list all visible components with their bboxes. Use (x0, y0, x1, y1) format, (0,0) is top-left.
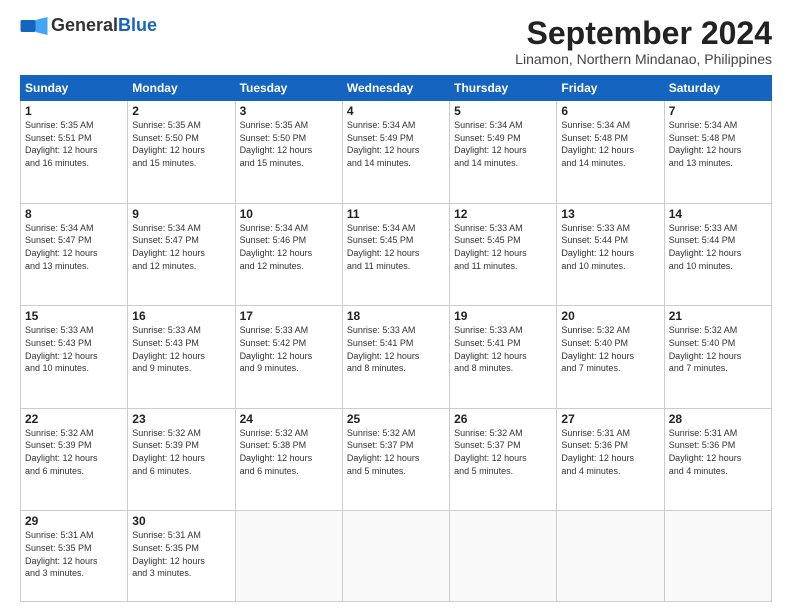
table-row: 8 Sunrise: 5:34 AMSunset: 5:47 PMDayligh… (21, 203, 772, 306)
list-item: 24 Sunrise: 5:32 AMSunset: 5:38 PMDaylig… (235, 408, 342, 511)
location-title: Linamon, Northern Mindanao, Philippines (515, 51, 772, 67)
calendar-table: Sunday Monday Tuesday Wednesday Thursday… (20, 75, 772, 602)
list-item: 9 Sunrise: 5:34 AMSunset: 5:47 PMDayligh… (128, 203, 235, 306)
empty-cell (557, 511, 664, 602)
list-item: 12 Sunrise: 5:33 AMSunset: 5:45 PMDaylig… (450, 203, 557, 306)
list-item: 26 Sunrise: 5:32 AMSunset: 5:37 PMDaylig… (450, 408, 557, 511)
col-thursday: Thursday (450, 76, 557, 101)
empty-cell (664, 511, 771, 602)
list-item: 14 Sunrise: 5:33 AMSunset: 5:44 PMDaylig… (664, 203, 771, 306)
list-item: 8 Sunrise: 5:34 AMSunset: 5:47 PMDayligh… (21, 203, 128, 306)
col-monday: Monday (128, 76, 235, 101)
list-item: 28 Sunrise: 5:31 AMSunset: 5:36 PMDaylig… (664, 408, 771, 511)
list-item: 16 Sunrise: 5:33 AMSunset: 5:43 PMDaylig… (128, 306, 235, 409)
list-item: 11 Sunrise: 5:34 AMSunset: 5:45 PMDaylig… (342, 203, 449, 306)
list-item: 13 Sunrise: 5:33 AMSunset: 5:44 PMDaylig… (557, 203, 664, 306)
list-item: 7 Sunrise: 5:34 AMSunset: 5:48 PMDayligh… (664, 101, 771, 204)
list-item: 21 Sunrise: 5:32 AMSunset: 5:40 PMDaylig… (664, 306, 771, 409)
list-item: 29 Sunrise: 5:31 AMSunset: 5:35 PMDaylig… (21, 511, 128, 602)
list-item: 6 Sunrise: 5:34 AMSunset: 5:48 PMDayligh… (557, 101, 664, 204)
list-item: 27 Sunrise: 5:31 AMSunset: 5:36 PMDaylig… (557, 408, 664, 511)
list-item: 15 Sunrise: 5:33 AMSunset: 5:43 PMDaylig… (21, 306, 128, 409)
list-item: 22 Sunrise: 5:32 AMSunset: 5:39 PMDaylig… (21, 408, 128, 511)
empty-cell (235, 511, 342, 602)
list-item: 10 Sunrise: 5:34 AMSunset: 5:46 PMDaylig… (235, 203, 342, 306)
table-row: 1 Sunrise: 5:35 AMSunset: 5:51 PMDayligh… (21, 101, 772, 204)
table-row: 22 Sunrise: 5:32 AMSunset: 5:39 PMDaylig… (21, 408, 772, 511)
list-item: 19 Sunrise: 5:33 AMSunset: 5:41 PMDaylig… (450, 306, 557, 409)
col-saturday: Saturday (664, 76, 771, 101)
list-item: 25 Sunrise: 5:32 AMSunset: 5:37 PMDaylig… (342, 408, 449, 511)
list-item: 5 Sunrise: 5:34 AMSunset: 5:49 PMDayligh… (450, 101, 557, 204)
calendar-header-row: Sunday Monday Tuesday Wednesday Thursday… (21, 76, 772, 101)
logo: GeneralBlue (20, 16, 157, 36)
list-item: 30 Sunrise: 5:31 AMSunset: 5:35 PMDaylig… (128, 511, 235, 602)
list-item: 18 Sunrise: 5:33 AMSunset: 5:41 PMDaylig… (342, 306, 449, 409)
page: GeneralBlue September 2024 Linamon, Nort… (0, 0, 792, 612)
col-tuesday: Tuesday (235, 76, 342, 101)
list-item: 1 Sunrise: 5:35 AMSunset: 5:51 PMDayligh… (21, 101, 128, 204)
list-item: 2 Sunrise: 5:35 AMSunset: 5:50 PMDayligh… (128, 101, 235, 204)
header: GeneralBlue September 2024 Linamon, Nort… (20, 16, 772, 67)
table-row: 15 Sunrise: 5:33 AMSunset: 5:43 PMDaylig… (21, 306, 772, 409)
title-block: September 2024 Linamon, Northern Mindana… (515, 16, 772, 67)
month-title: September 2024 (515, 16, 772, 51)
list-item: 4 Sunrise: 5:34 AMSunset: 5:49 PMDayligh… (342, 101, 449, 204)
col-friday: Friday (557, 76, 664, 101)
logo-icon (20, 17, 48, 35)
list-item: 3 Sunrise: 5:35 AMSunset: 5:50 PMDayligh… (235, 101, 342, 204)
col-wednesday: Wednesday (342, 76, 449, 101)
logo-text: GeneralBlue (51, 16, 157, 36)
empty-cell (342, 511, 449, 602)
table-row: 29 Sunrise: 5:31 AMSunset: 5:35 PMDaylig… (21, 511, 772, 602)
empty-cell (450, 511, 557, 602)
list-item: 23 Sunrise: 5:32 AMSunset: 5:39 PMDaylig… (128, 408, 235, 511)
list-item: 17 Sunrise: 5:33 AMSunset: 5:42 PMDaylig… (235, 306, 342, 409)
list-item: 20 Sunrise: 5:32 AMSunset: 5:40 PMDaylig… (557, 306, 664, 409)
col-sunday: Sunday (21, 76, 128, 101)
